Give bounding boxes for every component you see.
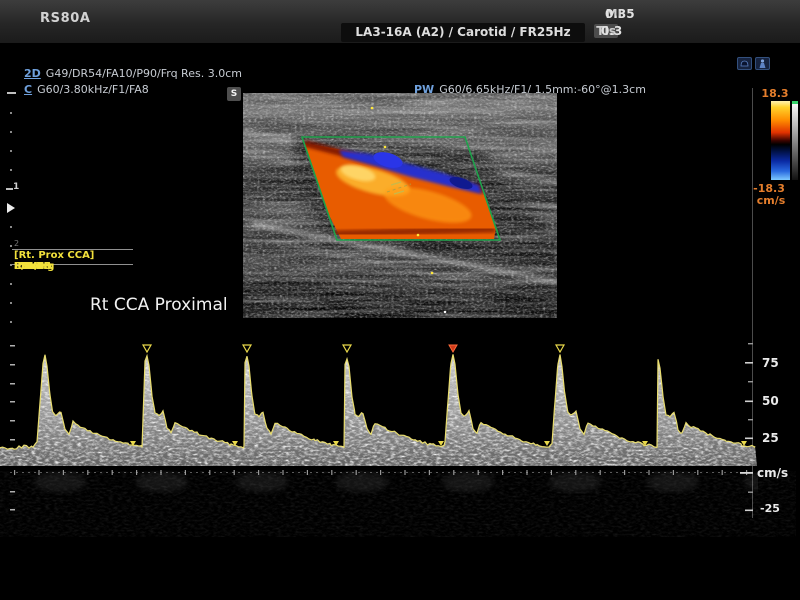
probe-preset-title: LA3-16A (A2) / Carotid / FR25Hz xyxy=(341,23,585,42)
focus-marker-icon xyxy=(7,203,15,213)
clipboard-icon[interactable] xyxy=(737,57,752,70)
ruler-tick xyxy=(7,92,16,94)
velocity-unit: cm/s xyxy=(757,466,788,480)
b-mode-image xyxy=(243,93,557,318)
mi-value: 0.35 xyxy=(605,7,635,21)
velocity-tick-neg25: -25 xyxy=(760,502,780,515)
measurement-panel: [Rt. Prox CCA] PSV78.76cm/sEDV17.55cm/sP… xyxy=(12,249,133,265)
color-scale-unit: cm/s xyxy=(748,194,794,207)
ruler-tick xyxy=(10,283,12,285)
ruler-tick xyxy=(6,188,13,190)
spectral-doppler-trace xyxy=(0,330,800,540)
color-mode-params: CG60/3.80kHz/F1/FA8 xyxy=(10,70,149,109)
system-model: RS80A xyxy=(40,11,91,26)
ruler-tick xyxy=(10,321,12,323)
top-bar: RS80A LA3-16A (A2) / Carotid / FR25Hz MI… xyxy=(0,0,800,45)
depth-ruler-label-2: 2 xyxy=(14,239,19,248)
velocity-tick-50: 50 xyxy=(762,394,779,408)
velocity-tick-75: 75 xyxy=(762,356,779,370)
orientation-marker: S xyxy=(227,87,241,101)
velocity-tick-25: 25 xyxy=(762,431,779,445)
annotation-text: Rt CCA Proximal xyxy=(90,295,228,315)
color-mode-param-text: G60/3.80kHz/F1/FA8 xyxy=(37,83,149,96)
ruler-tick xyxy=(10,302,12,304)
color-scale-max: 18.3 xyxy=(752,87,798,100)
body-marker-icon[interactable] xyxy=(755,57,770,70)
gray-scale-bar xyxy=(792,101,798,180)
ruler-tick xyxy=(10,226,12,228)
color-scale-bar xyxy=(771,101,790,180)
measurement-title: [Rt. Prox CCA] xyxy=(14,251,133,262)
ruler-tick xyxy=(10,169,12,171)
ti-value: 0.3 xyxy=(601,24,622,38)
gray-scale-marker xyxy=(792,101,798,104)
ruler-tick xyxy=(10,245,12,247)
depth-ruler-label-1: 1 xyxy=(13,182,19,192)
ruler-tick xyxy=(10,112,12,114)
ruler-tick xyxy=(10,131,12,133)
ultrasound-screen: RS80A LA3-16A (A2) / Carotid / FR25Hz MI… xyxy=(0,0,800,600)
ruler-tick xyxy=(10,150,12,152)
